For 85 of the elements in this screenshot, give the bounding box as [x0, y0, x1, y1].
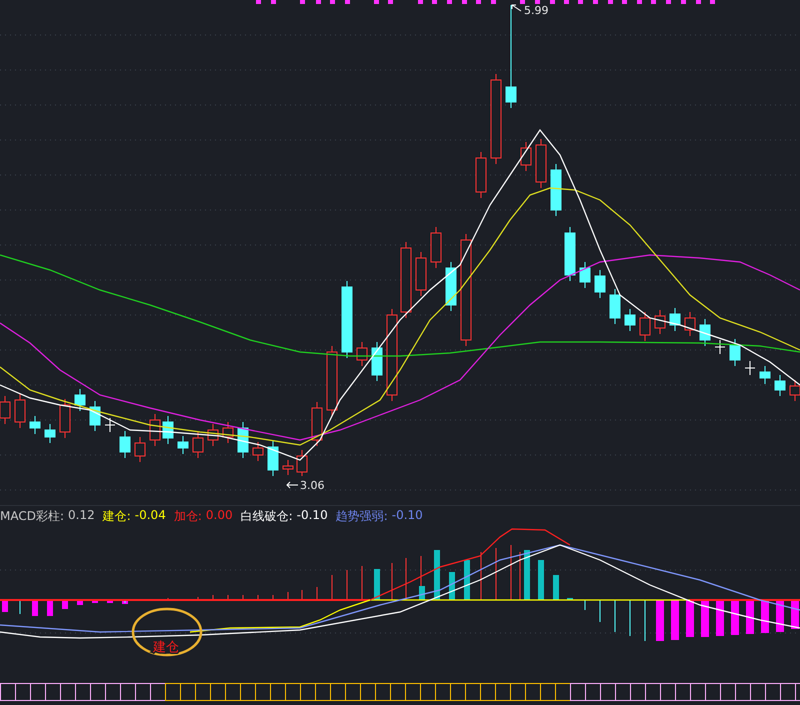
histogram-bar	[434, 550, 440, 600]
candle	[790, 380, 800, 402]
legend-label: 白线破仓:	[240, 508, 293, 525]
histogram-bar	[538, 560, 544, 600]
histogram-bar	[731, 600, 739, 635]
signal-label: 建仓	[153, 640, 179, 655]
candle	[238, 422, 248, 458]
candle	[760, 366, 770, 384]
candle	[670, 308, 680, 332]
candle	[268, 440, 278, 476]
candle	[372, 342, 382, 382]
candle	[74, 388, 86, 412]
candle	[0, 396, 10, 424]
legend-value: 0.12	[68, 508, 95, 524]
legend-label: 趋势强弱:	[336, 508, 388, 525]
candle	[104, 418, 116, 432]
legend-label: 建仓:	[102, 508, 131, 525]
candle	[222, 422, 234, 444]
candle	[446, 262, 456, 312]
legend-value: -0.10	[392, 508, 423, 524]
candle	[430, 226, 442, 268]
histogram-bar	[92, 600, 98, 603]
candle	[594, 270, 606, 298]
histogram-bar	[746, 600, 754, 634]
candle	[640, 312, 650, 342]
candle	[192, 432, 204, 458]
candle	[162, 416, 174, 444]
histogram-bar	[701, 600, 709, 637]
candle	[282, 460, 294, 476]
histogram-bar	[107, 600, 113, 603]
candle	[624, 308, 636, 332]
candle	[312, 402, 322, 446]
candle	[90, 400, 100, 432]
candle	[684, 312, 696, 336]
histogram-bar	[2, 600, 8, 612]
candle	[178, 436, 188, 454]
candle	[416, 252, 426, 296]
candle	[296, 450, 308, 476]
candle	[60, 398, 70, 438]
legend-value: 0.00	[206, 508, 233, 524]
candle	[208, 424, 218, 446]
candle	[326, 346, 338, 416]
candle	[774, 374, 786, 396]
candle	[700, 318, 710, 346]
histogram-bar	[656, 600, 664, 641]
histogram-bar	[449, 572, 455, 600]
high-price-label: 5.99	[524, 4, 548, 17]
candle	[134, 436, 146, 462]
candle	[654, 310, 666, 334]
histogram-bar	[464, 560, 470, 600]
candle	[610, 288, 620, 324]
candle	[714, 340, 726, 354]
candle	[476, 152, 486, 198]
candle	[252, 442, 264, 462]
histogram-bar	[553, 575, 559, 600]
candle	[44, 424, 56, 444]
histogram-bar	[524, 550, 530, 600]
legend-value: -0.10	[296, 508, 328, 524]
candle	[356, 342, 368, 366]
histogram-bar	[77, 600, 83, 605]
histogram-bar	[32, 600, 38, 616]
legend-value: -0.04	[134, 508, 166, 524]
low-price-label: 3.06	[300, 479, 324, 492]
candle	[30, 416, 40, 434]
candle	[730, 338, 740, 366]
legend-label: MACD彩柱:	[0, 508, 64, 525]
histogram-bar	[47, 600, 53, 616]
candle	[550, 164, 562, 216]
candle	[14, 394, 26, 428]
candle	[580, 262, 590, 288]
candle	[536, 138, 546, 188]
histogram-bar	[671, 600, 679, 640]
candle	[150, 414, 160, 446]
legend-label: 加仓:	[174, 508, 202, 525]
histogram-bar	[761, 600, 769, 633]
arrow-icon	[512, 4, 522, 12]
candle	[120, 430, 130, 458]
candle	[520, 142, 532, 172]
arrow-icon	[286, 482, 298, 488]
histogram-bar	[374, 569, 380, 600]
candle	[564, 226, 576, 282]
highlight-circle	[132, 608, 202, 656]
histogram-bar	[686, 600, 694, 637]
candle	[744, 360, 756, 376]
histogram-bar	[716, 600, 724, 636]
